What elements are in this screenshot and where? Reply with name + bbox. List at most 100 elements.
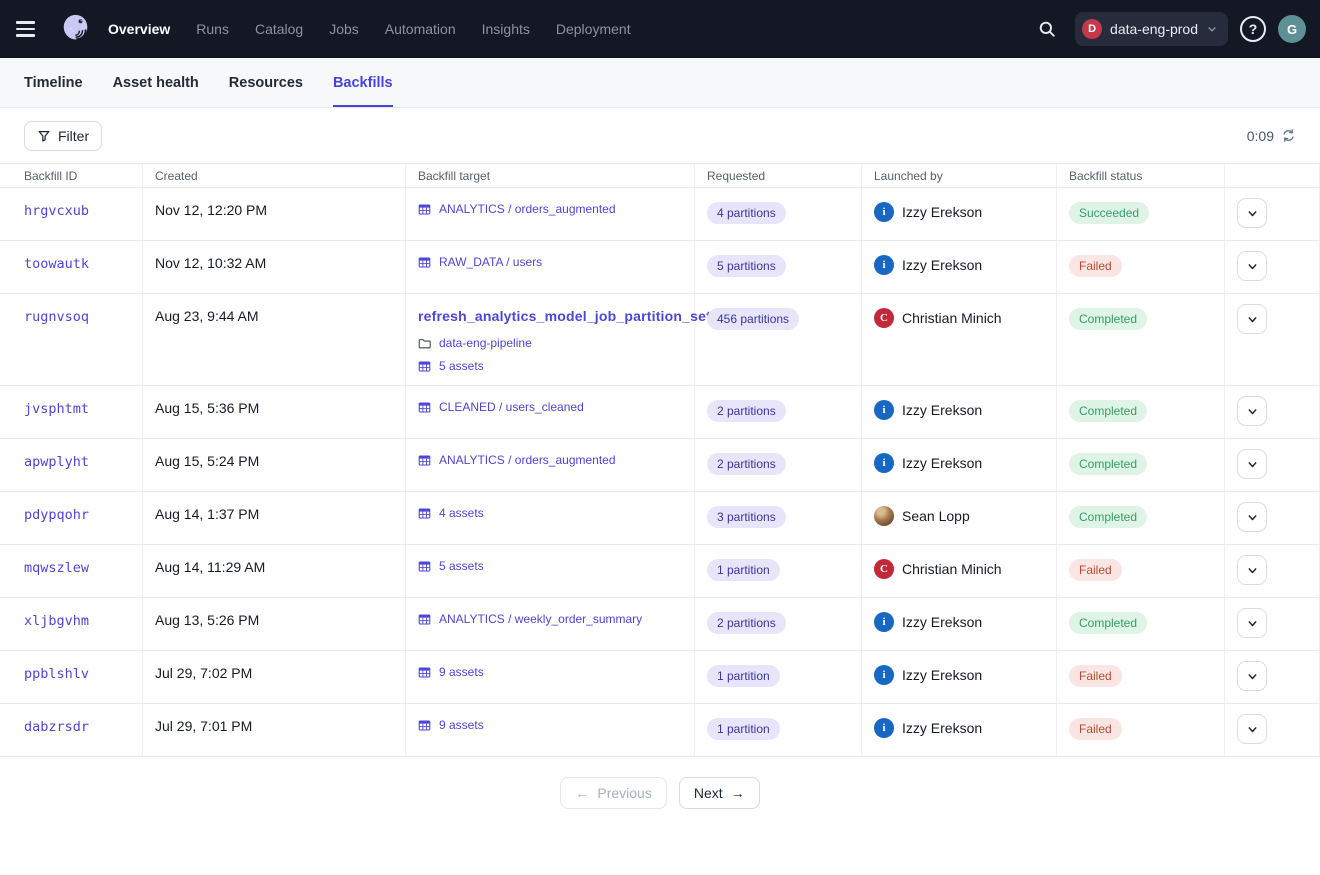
asset-table-icon (418, 666, 431, 679)
status-cell: Failed (1057, 545, 1225, 597)
table-row: rugnvsoq Aug 23, 9:44 AM refresh_analyti… (0, 294, 1320, 386)
launched-by-cell: C Christian Minich (862, 545, 1057, 597)
help-icon[interactable]: ? (1240, 16, 1266, 42)
nav-item-catalog[interactable]: Catalog (255, 21, 303, 37)
launcher-name: Izzy Erekson (902, 614, 982, 630)
launcher-name: Izzy Erekson (902, 455, 982, 471)
row-actions-button[interactable] (1237, 304, 1267, 334)
chevron-down-icon (1206, 23, 1218, 35)
backfill-target-cell: ANALYTICS / weekly_order_summary (406, 598, 695, 650)
launched-by-cell: Sean Lopp (862, 492, 1057, 544)
tab-resources[interactable]: Resources (229, 58, 303, 107)
actions-cell (1225, 651, 1320, 703)
backfill-id-cell: rugnvsoq (0, 294, 143, 385)
actions-cell (1225, 598, 1320, 650)
tab-timeline[interactable]: Timeline (24, 58, 83, 107)
backfill-id-link[interactable]: ppblshlv (24, 666, 89, 682)
requested-cell: 2 partitions (695, 386, 862, 438)
launcher-avatar: i (874, 453, 894, 473)
user-menu-avatar[interactable]: G (1278, 15, 1306, 43)
tab-asset-health[interactable]: Asset health (113, 58, 199, 107)
status-cell: Failed (1057, 651, 1225, 703)
row-actions-button[interactable] (1237, 608, 1267, 638)
target-link[interactable]: RAW_DATA / users (439, 255, 542, 269)
row-actions-button[interactable] (1237, 661, 1267, 691)
backfill-id-link[interactable]: rugnvsoq (24, 309, 89, 325)
row-actions-button[interactable] (1237, 198, 1267, 228)
backfill-id-link[interactable]: mqwszlew (24, 560, 89, 576)
row-actions-button[interactable] (1237, 555, 1267, 585)
requested-cell: 4 partitions (695, 188, 862, 240)
job-link[interactable]: refresh_analytics_model_job_partition_se… (418, 308, 711, 324)
tab-backfills[interactable]: Backfills (333, 58, 393, 107)
requested-badge: 2 partitions (707, 612, 786, 634)
backfill-id-cell: mqwszlew (0, 545, 143, 597)
backfill-id-cell: apwplyht (0, 439, 143, 491)
chevron-down-icon (1246, 405, 1259, 418)
target-link[interactable]: CLEANED / users_cleaned (439, 400, 584, 414)
nav-item-deployment[interactable]: Deployment (556, 21, 631, 37)
nav-item-jobs[interactable]: Jobs (329, 21, 359, 37)
backfill-id-link[interactable]: hrgvcxub (24, 203, 89, 219)
target-link[interactable]: ANALYTICS / orders_augmented (439, 453, 616, 467)
chevron-down-icon (1246, 723, 1259, 736)
asset-table-icon (418, 613, 431, 626)
status-cell: Completed (1057, 294, 1225, 385)
row-actions-button[interactable] (1237, 449, 1267, 479)
chevron-down-icon (1246, 617, 1259, 630)
pagination: ← Previous Next → (0, 777, 1320, 809)
launched-by-cell: i Izzy Erekson (862, 439, 1057, 491)
actions-cell (1225, 439, 1320, 491)
next-page-button[interactable]: Next → (679, 777, 760, 809)
backfill-id-link[interactable]: jvsphtmt (24, 401, 89, 417)
backfill-id-link[interactable]: dabzrsdr (24, 719, 89, 735)
backfill-target-cell: refresh_analytics_model_job_partition_se… (406, 294, 695, 385)
launcher-avatar: i (874, 718, 894, 738)
row-actions-button[interactable] (1237, 502, 1267, 532)
target-link[interactable]: ANALYTICS / orders_augmented (439, 202, 616, 216)
target-link[interactable]: 9 assets (439, 665, 484, 679)
created-cell: Jul 29, 7:01 PM (143, 704, 406, 756)
requested-cell: 1 partition (695, 545, 862, 597)
backfill-id-link[interactable]: apwplyht (24, 454, 89, 470)
target-link[interactable]: 9 assets (439, 718, 484, 732)
row-actions-button[interactable] (1237, 396, 1267, 426)
table-row: apwplyht Aug 15, 5:24 PM ANALYTICS / ord… (0, 439, 1320, 492)
backfill-id-link[interactable]: xljbgvhm (24, 613, 89, 629)
backfill-id-link[interactable]: toowautk (24, 256, 89, 272)
target-link[interactable]: ANALYTICS / weekly_order_summary (439, 612, 642, 626)
launcher-name: Christian Minich (902, 561, 1002, 577)
table-row: xljbgvhm Aug 13, 5:26 PM ANALYTICS / wee… (0, 598, 1320, 651)
requested-cell: 1 partition (695, 704, 862, 756)
status-cell: Completed (1057, 386, 1225, 438)
column-header: Backfill status (1057, 164, 1225, 187)
nav-item-automation[interactable]: Automation (385, 21, 456, 37)
backfill-target-cell: 5 assets (406, 545, 695, 597)
search-icon[interactable] (1031, 13, 1063, 45)
nav-item-insights[interactable]: Insights (482, 21, 530, 37)
previous-page-button[interactable]: ← Previous (560, 777, 666, 809)
target-link[interactable]: data-eng-pipeline (439, 336, 532, 350)
row-actions-button[interactable] (1237, 714, 1267, 744)
filter-funnel-icon (37, 129, 51, 143)
filter-button[interactable]: Filter (24, 121, 102, 151)
backfill-target-cell: 4 assets (406, 492, 695, 544)
actions-cell (1225, 386, 1320, 438)
launched-by-cell: i Izzy Erekson (862, 598, 1057, 650)
created-cell: Nov 12, 10:32 AM (143, 241, 406, 293)
actions-cell (1225, 294, 1320, 385)
status-cell: Completed (1057, 439, 1225, 491)
deployment-switcher[interactable]: D data-eng-prod (1075, 12, 1228, 46)
nav-item-overview[interactable]: Overview (108, 21, 170, 37)
target-link[interactable]: 5 assets (439, 559, 484, 573)
nav-item-runs[interactable]: Runs (196, 21, 229, 37)
backfill-id-link[interactable]: pdypqohr (24, 507, 89, 523)
refresh-icon[interactable] (1281, 128, 1296, 143)
target-link[interactable]: 5 assets (439, 359, 484, 373)
row-actions-button[interactable] (1237, 251, 1267, 281)
hamburger-menu-icon[interactable] (16, 12, 50, 46)
status-cell: Failed (1057, 704, 1225, 756)
target-link[interactable]: 4 assets (439, 506, 484, 520)
backfill-id-cell: jvsphtmt (0, 386, 143, 438)
launcher-name: Izzy Erekson (902, 204, 982, 220)
